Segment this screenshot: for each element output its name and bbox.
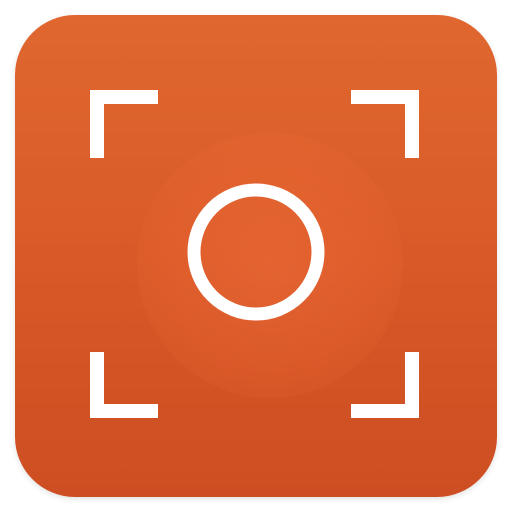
screen-capture-icon — [90, 90, 419, 418]
corner-bracket-top-right-icon — [351, 90, 419, 158]
shutter-ring-icon — [187, 183, 325, 321]
corner-bracket-bottom-right-icon — [351, 352, 419, 418]
stage — [0, 0, 512, 512]
corner-bracket-bottom-left-icon — [90, 352, 158, 418]
corner-bracket-top-left-icon — [90, 90, 158, 158]
